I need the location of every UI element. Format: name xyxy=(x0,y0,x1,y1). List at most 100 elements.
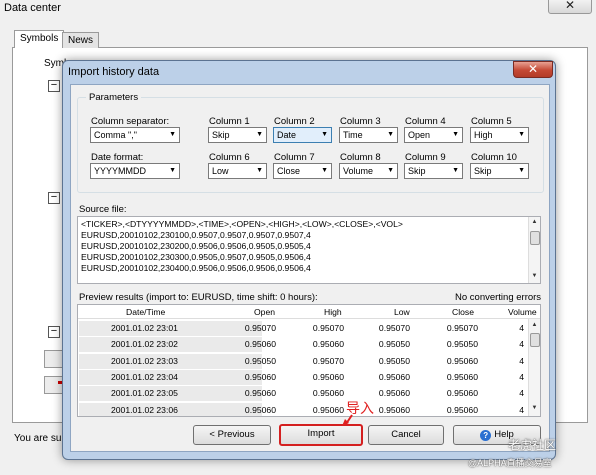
cell-datetime: 2001.01.02 23:01 xyxy=(111,323,178,333)
column-6-select[interactable]: Low ▼ xyxy=(208,163,267,179)
date-format-select[interactable]: YYYYMMDD ▼ xyxy=(90,163,180,179)
column-1-select[interactable]: Skip ▼ xyxy=(208,127,267,143)
source-scrollbar[interactable]: ▲ ▼ xyxy=(528,217,540,283)
column-5-select[interactable]: High ▼ xyxy=(470,127,529,143)
cell-open: 0.95060 xyxy=(244,371,276,382)
column-5-label: Column 5 xyxy=(471,116,512,127)
chevron-down-icon: ▼ xyxy=(518,131,525,138)
cell-open: 0.95060 xyxy=(244,339,276,350)
column-2-select[interactable]: Date ▼ xyxy=(273,127,332,143)
cell-high: 0.95070 xyxy=(312,323,344,333)
cell-open: 0.95060 xyxy=(244,404,276,415)
cell-open: 0.95050 xyxy=(244,355,276,366)
source-line: EURUSD,20010102,230300,0.9505,0.9507,0.9… xyxy=(81,252,311,262)
source-line: <TICKER>,<DTYYYYMMDD>,<TIME>,<OPEN>,<HIG… xyxy=(81,219,403,229)
preview-scrollbar[interactable]: ▲ ▼ xyxy=(528,319,540,416)
column-1-label: Column 1 xyxy=(209,116,250,127)
column-3-select[interactable]: Time ▼ xyxy=(339,127,398,143)
cell-datetime: 2001.01.02 23:02 xyxy=(111,339,178,350)
column-8-label: Column 8 xyxy=(340,152,381,163)
column-9-select[interactable]: Skip ▼ xyxy=(404,163,463,179)
tree-collapse-icon[interactable]: − xyxy=(48,326,60,338)
parameters-legend: Parameters xyxy=(89,92,139,103)
tree-collapse-icon[interactable]: − xyxy=(48,192,60,204)
cell-high: 0.95070 xyxy=(312,355,344,366)
window-title: Data center xyxy=(4,2,61,14)
column-header-datetime: Date/Time xyxy=(126,307,166,317)
column-7-select[interactable]: Close ▼ xyxy=(273,163,332,179)
tab-symbols[interactable]: Symbols xyxy=(14,30,65,48)
cell-high: 0.95060 xyxy=(312,371,344,382)
column-9-value: Skip xyxy=(408,166,426,176)
source-file-label: Source file: xyxy=(79,204,127,215)
cell-close: 0.95060 xyxy=(446,404,478,415)
column-8-select[interactable]: Volume ▼ xyxy=(339,163,398,179)
column-7-value: Close xyxy=(277,166,301,176)
cell-open: 0.95060 xyxy=(244,388,276,399)
column-8-value: Volume xyxy=(343,166,374,176)
cell-low: 0.95060 xyxy=(378,404,410,415)
cell-high: 0.95060 xyxy=(312,339,344,350)
date-format-value: YYYYMMDD xyxy=(94,166,147,176)
chevron-down-icon: ▼ xyxy=(169,167,176,174)
scroll-down-icon[interactable]: ▼ xyxy=(530,272,539,281)
scroll-up-icon[interactable]: ▲ xyxy=(530,218,539,227)
preview-table-header: Date/Time Open High Low Close Volume xyxy=(78,305,540,319)
cell-close: 0.95060 xyxy=(446,388,478,399)
tab-news[interactable]: News xyxy=(62,32,100,48)
column-9-label: Column 9 xyxy=(405,152,446,163)
preview-status: No converting errors xyxy=(455,292,542,303)
scroll-up-icon[interactable]: ▲ xyxy=(530,321,539,330)
cell-volume: 4 xyxy=(519,323,524,333)
source-file-textarea[interactable]: <TICKER>,<DTYYYYMMDD>,<TIME>,<OPEN>,<HIG… xyxy=(77,216,541,284)
column-6-value: Low xyxy=(212,166,229,176)
column-7-label: Column 7 xyxy=(274,152,315,163)
column-3-label: Column 3 xyxy=(340,116,381,127)
date-format-label: Date format: xyxy=(91,152,144,163)
cell-high: 0.95060 xyxy=(312,388,344,399)
chevron-down-icon: ▼ xyxy=(321,167,328,174)
cell-close: 0.95060 xyxy=(446,371,478,382)
chevron-down-icon: ▼ xyxy=(387,131,394,138)
column-1-value: Skip xyxy=(212,130,230,140)
cell-low: 0.95060 xyxy=(378,388,410,399)
preview-label: Preview results (import to: EURUSD, time… xyxy=(79,292,318,303)
scroll-down-icon[interactable]: ▼ xyxy=(530,404,539,413)
column-3-value: Time xyxy=(343,130,363,140)
cell-close: 0.95070 xyxy=(446,323,478,333)
cell-datetime: 2001.01.02 23:04 xyxy=(111,371,178,382)
column-2-label: Column 2 xyxy=(274,116,315,127)
cell-volume: 4 xyxy=(519,371,524,382)
chevron-down-icon: ▼ xyxy=(321,131,328,138)
column-4-select[interactable]: Open ▼ xyxy=(404,127,463,143)
cell-low: 0.95050 xyxy=(378,339,410,350)
preview-table[interactable]: Date/Time Open High Low Close Volume 200… xyxy=(77,304,541,417)
cell-low: 0.95060 xyxy=(378,371,410,382)
column-separator-value: Comma "," xyxy=(94,130,137,140)
chevron-down-icon: ▼ xyxy=(256,131,263,138)
column-6-label: Column 6 xyxy=(209,152,250,163)
scroll-thumb[interactable] xyxy=(530,333,540,347)
tree-collapse-icon[interactable]: − xyxy=(48,80,60,92)
source-line: EURUSD,20010102,230200,0.9506,0.9506,0.9… xyxy=(81,241,311,251)
cancel-button[interactable]: Cancel xyxy=(368,425,444,445)
column-separator-select[interactable]: Comma "," ▼ xyxy=(90,127,180,143)
cell-volume: 4 xyxy=(519,355,524,366)
dialog-close-button[interactable]: ✕ xyxy=(513,61,553,78)
help-icon: ? xyxy=(480,430,492,441)
column-10-select[interactable]: Skip ▼ xyxy=(470,163,529,179)
column-4-label: Column 4 xyxy=(405,116,446,127)
cell-low: 0.95050 xyxy=(378,355,410,366)
cell-datetime: 2001.01.02 23:05 xyxy=(111,388,178,399)
cell-close: 0.95050 xyxy=(446,339,478,350)
dialog-title: Import history data xyxy=(68,66,160,78)
previous-button[interactable]: < Previous xyxy=(193,425,271,445)
source-line: EURUSD,20010102,230100,0.9507,0.9507,0.9… xyxy=(81,230,311,240)
window-close-button[interactable]: ✕ xyxy=(548,0,592,14)
column-10-value: Skip xyxy=(474,166,492,176)
chevron-down-icon: ▼ xyxy=(256,167,263,174)
column-header-high: High xyxy=(324,307,342,317)
column-separator-label: Column separator: xyxy=(91,116,170,127)
scroll-thumb[interactable] xyxy=(530,231,540,245)
cell-datetime: 2001.01.02 23:03 xyxy=(111,355,178,366)
